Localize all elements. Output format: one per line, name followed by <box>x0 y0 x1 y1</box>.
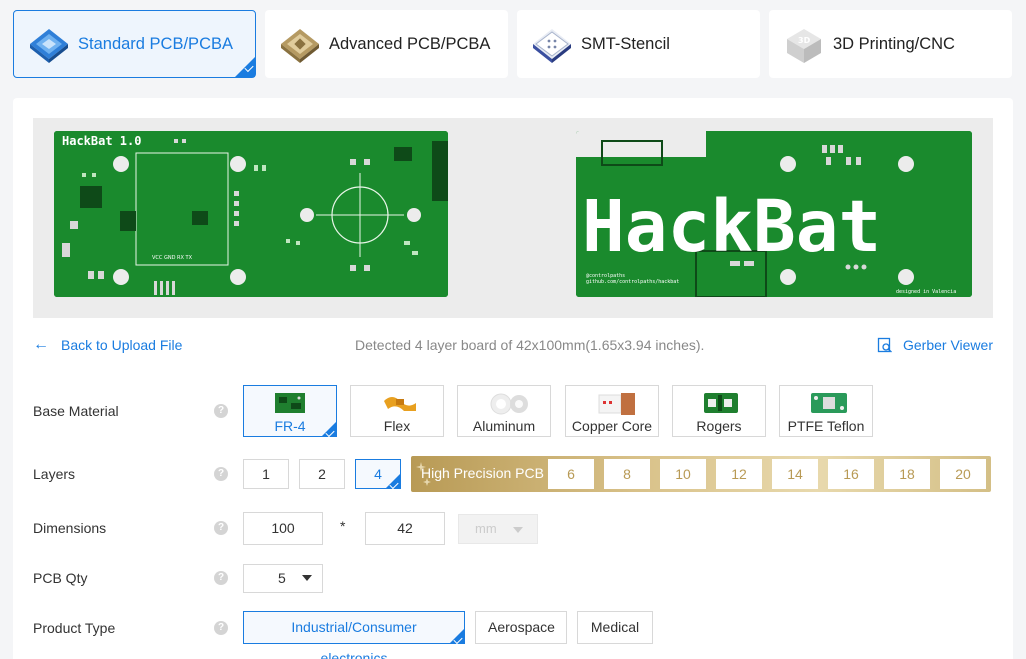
product-type-help-icon[interactable]: ? <box>214 621 228 635</box>
pcb-front-title: HackBat 1.0 <box>62 134 141 148</box>
gerber-viewer-link[interactable]: Gerber Viewer <box>877 337 993 353</box>
gerber-viewer-icon <box>877 337 892 353</box>
product-type-medical[interactable]: Medical <box>577 611 653 644</box>
pcb-qty-help-icon[interactable]: ? <box>214 571 228 585</box>
layer-option-20[interactable]: 20 <box>940 459 986 489</box>
layer-option-18[interactable]: 18 <box>884 459 930 489</box>
3d-printing-icon: 3D <box>781 21 827 67</box>
standard-pcb-icon <box>26 21 72 67</box>
material-option-ptfe-teflon[interactable]: PTFE Teflon <box>779 385 873 437</box>
back-link-label: Back to Upload File <box>61 337 183 353</box>
material-option-flex[interactable]: Flex <box>350 385 444 437</box>
file-info-row: ← Back to Upload File Detected 4 layer b… <box>33 334 993 356</box>
advanced-pcb-icon <box>277 21 323 67</box>
dimension-separator: * <box>340 518 346 534</box>
svg-text:3D: 3D <box>798 36 811 45</box>
selected-check-icon <box>322 422 336 436</box>
pcb-preview: HackBat 1.0 VCC GND RX TX HackBat @contr… <box>33 118 993 318</box>
material-option-rogers[interactable]: Rogers <box>672 385 766 437</box>
copper-core-icon <box>597 393 635 415</box>
pcb-qty-value: 5 <box>278 570 286 586</box>
gerber-viewer-label: Gerber Viewer <box>902 337 993 353</box>
material-option-fr4[interactable]: FR-4 <box>243 385 337 437</box>
tab-3d-printing[interactable]: 3D 3D Printing/CNC <box>769 10 1012 78</box>
base-material-help-icon[interactable]: ? <box>214 404 228 418</box>
selected-check-icon <box>450 629 464 643</box>
aluminum-board-icon <box>489 393 528 415</box>
dimensions-help-icon[interactable]: ? <box>214 521 228 535</box>
flex-board-icon <box>382 393 416 413</box>
high-precision-band: High Precision PCB 6 8 10 12 14 16 18 20 <box>411 456 991 492</box>
unit-value: mm <box>475 521 497 536</box>
detected-board-text: Detected 4 layer board of 42x100mm(1.65x… <box>355 337 705 353</box>
material-label: Aluminum <box>472 418 536 434</box>
tab-label: SMT-Stencil <box>581 34 670 53</box>
layer-option-2[interactable]: 2 <box>299 459 345 489</box>
tab-label: Advanced PCB/PCBA <box>329 34 491 53</box>
high-precision-label: High Precision PCB <box>421 465 544 481</box>
layer-option-4[interactable]: 4 <box>355 459 401 489</box>
layer-option-16[interactable]: 16 <box>828 459 874 489</box>
dimension-height-input[interactable]: 42 <box>365 512 445 545</box>
chevron-down-icon <box>302 575 312 581</box>
material-option-copper-core[interactable]: Copper Core <box>565 385 659 437</box>
layer-option-label: 4 <box>374 466 382 482</box>
arrow-left-icon: ← <box>33 336 49 353</box>
layer-option-1[interactable]: 1 <box>243 459 289 489</box>
pcb-qty-select[interactable]: 5 <box>243 564 323 593</box>
pcb-back-title: HackBat <box>582 185 881 268</box>
tab-smt-stencil[interactable]: SMT-Stencil <box>517 10 760 78</box>
selected-check-icon <box>235 57 255 77</box>
layer-option-12[interactable]: 12 <box>716 459 762 489</box>
quote-panel: HackBat 1.0 VCC GND RX TX HackBat @contr… <box>13 98 1013 659</box>
material-option-aluminum[interactable]: Aluminum <box>457 385 551 437</box>
tab-standard-pcb[interactable]: Standard PCB/PCBA <box>13 10 256 78</box>
layers-help-icon[interactable]: ? <box>214 467 228 481</box>
tab-label: Standard PCB/PCBA <box>78 34 233 53</box>
product-type-aerospace[interactable]: Aerospace <box>475 611 567 644</box>
smt-stencil-icon <box>529 21 575 67</box>
layer-option-10[interactable]: 10 <box>660 459 706 489</box>
layer-option-14[interactable]: 14 <box>772 459 818 489</box>
pcb-qty-label: PCB Qty <box>33 570 88 586</box>
back-to-upload-link[interactable]: ← Back to Upload File <box>33 336 182 354</box>
layer-option-8[interactable]: 8 <box>604 459 650 489</box>
material-label: Flex <box>383 418 411 434</box>
dimensions-label: Dimensions <box>33 520 107 536</box>
tab-advanced-pcb[interactable]: Advanced PCB/PCBA <box>265 10 508 78</box>
pcb-front-silk: VCC GND RX TX <box>152 255 193 261</box>
product-type-option-label: Industrial/Consumer electronics <box>291 619 417 659</box>
pcb-back-image: HackBat @controlpaths github.com/controlp… <box>576 131 972 297</box>
base-material-label: Base Material <box>33 403 119 419</box>
product-type-industrial[interactable]: Industrial/Consumer electronics <box>243 611 465 659</box>
dimension-width-input[interactable]: 100 <box>243 512 323 545</box>
layers-label: Layers <box>33 466 76 482</box>
fr4-board-icon <box>275 393 305 413</box>
material-label: PTFE Teflon <box>787 418 865 434</box>
material-label: Rogers <box>696 418 742 434</box>
layer-option-6[interactable]: 6 <box>548 459 594 489</box>
chevron-down-icon <box>513 527 523 533</box>
product-type-label: Product Type <box>33 620 116 636</box>
product-tabs: Standard PCB/PCBA Advanced PCB/PCBA SMT-… <box>13 10 1013 78</box>
dimension-unit-select[interactable]: mm <box>458 514 538 544</box>
tab-label: 3D Printing/CNC <box>833 34 955 53</box>
material-label: Copper Core <box>571 418 653 434</box>
pcb-front-image: HackBat 1.0 VCC GND RX TX <box>54 131 448 297</box>
rogers-board-icon <box>704 393 738 413</box>
pcb-back-note: designed in Valencia <box>896 289 956 295</box>
selected-check-icon <box>386 474 400 488</box>
ptfe-board-icon <box>811 393 847 413</box>
